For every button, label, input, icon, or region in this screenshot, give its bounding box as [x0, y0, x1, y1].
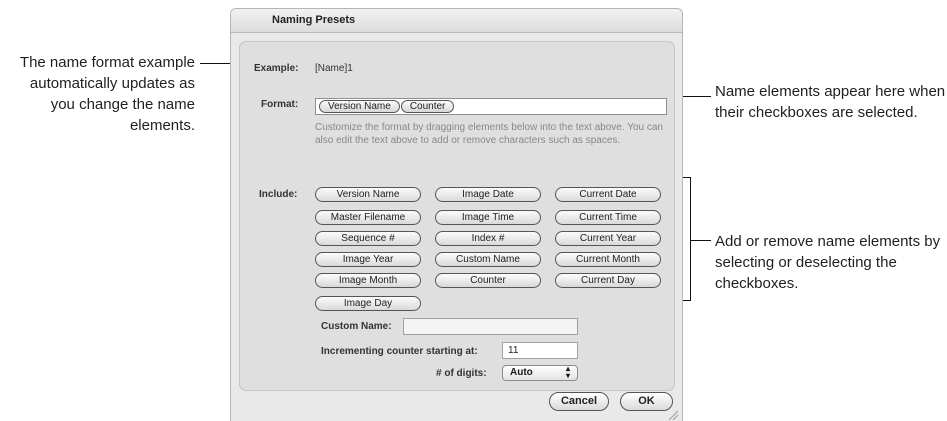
include-image-month[interactable]: Image Month	[315, 273, 421, 288]
include-current-month[interactable]: Current Month	[555, 252, 661, 267]
window-title: Naming Presets	[231, 9, 682, 33]
include-index[interactable]: Index #	[435, 231, 541, 246]
callout-format-example: The name format example automatically up…	[19, 54, 195, 134]
updown-arrows-icon: ▴ ▾	[565, 364, 570, 380]
include-current-day[interactable]: Current Day	[555, 273, 661, 288]
settings-panel: Example: [Name]1 Format: Version Name Cou…	[239, 41, 675, 391]
format-field[interactable]: Version Name Counter	[315, 98, 667, 115]
digits-label: # of digits:	[436, 368, 487, 379]
callout-add-remove: Add or remove name elements by selecting…	[715, 233, 941, 292]
counter-start-label: Incrementing counter starting at:	[321, 346, 478, 357]
include-image-date[interactable]: Image Date	[435, 187, 541, 202]
include-version-name[interactable]: Version Name	[315, 187, 421, 202]
include-label: Include:	[259, 189, 298, 200]
format-hint: Customize the format by dragging element…	[315, 122, 663, 146]
custom-name-label: Custom Name:	[321, 321, 392, 332]
digits-select-value: Auto	[510, 367, 533, 378]
format-label: Format:	[261, 99, 299, 110]
ok-button[interactable]: OK	[620, 392, 673, 411]
include-sequence[interactable]: Sequence #	[315, 231, 421, 246]
leader-line-include	[691, 240, 711, 241]
include-image-time[interactable]: Image Time	[435, 210, 541, 225]
include-image-day[interactable]: Image Day	[315, 296, 421, 311]
include-image-year[interactable]: Image Year	[315, 252, 421, 267]
counter-start-field[interactable]: 11	[502, 342, 578, 359]
example-value: [Name]1	[315, 63, 353, 74]
custom-name-field[interactable]	[403, 318, 578, 335]
format-token-counter[interactable]: Counter	[400, 100, 455, 113]
include-current-date[interactable]: Current Date	[555, 187, 661, 202]
format-token-version-name[interactable]: Version Name	[319, 100, 400, 113]
include-counter[interactable]: Counter	[435, 273, 541, 288]
digits-select[interactable]: Auto ▴ ▾	[502, 365, 578, 381]
cancel-button[interactable]: Cancel	[549, 392, 609, 411]
example-label: Example:	[254, 63, 299, 74]
naming-presets-dialog: Naming Presets Example: [Name]1 Format: …	[230, 8, 683, 421]
bracket-include	[682, 177, 691, 301]
resize-grip-icon[interactable]	[668, 410, 679, 421]
callout-elements-appear: Name elements appear here when their che…	[715, 83, 946, 121]
include-master-filename[interactable]: Master Filename	[315, 210, 421, 225]
include-current-time[interactable]: Current Time	[555, 210, 661, 225]
include-custom-name[interactable]: Custom Name	[435, 252, 541, 267]
include-current-year[interactable]: Current Year	[555, 231, 661, 246]
